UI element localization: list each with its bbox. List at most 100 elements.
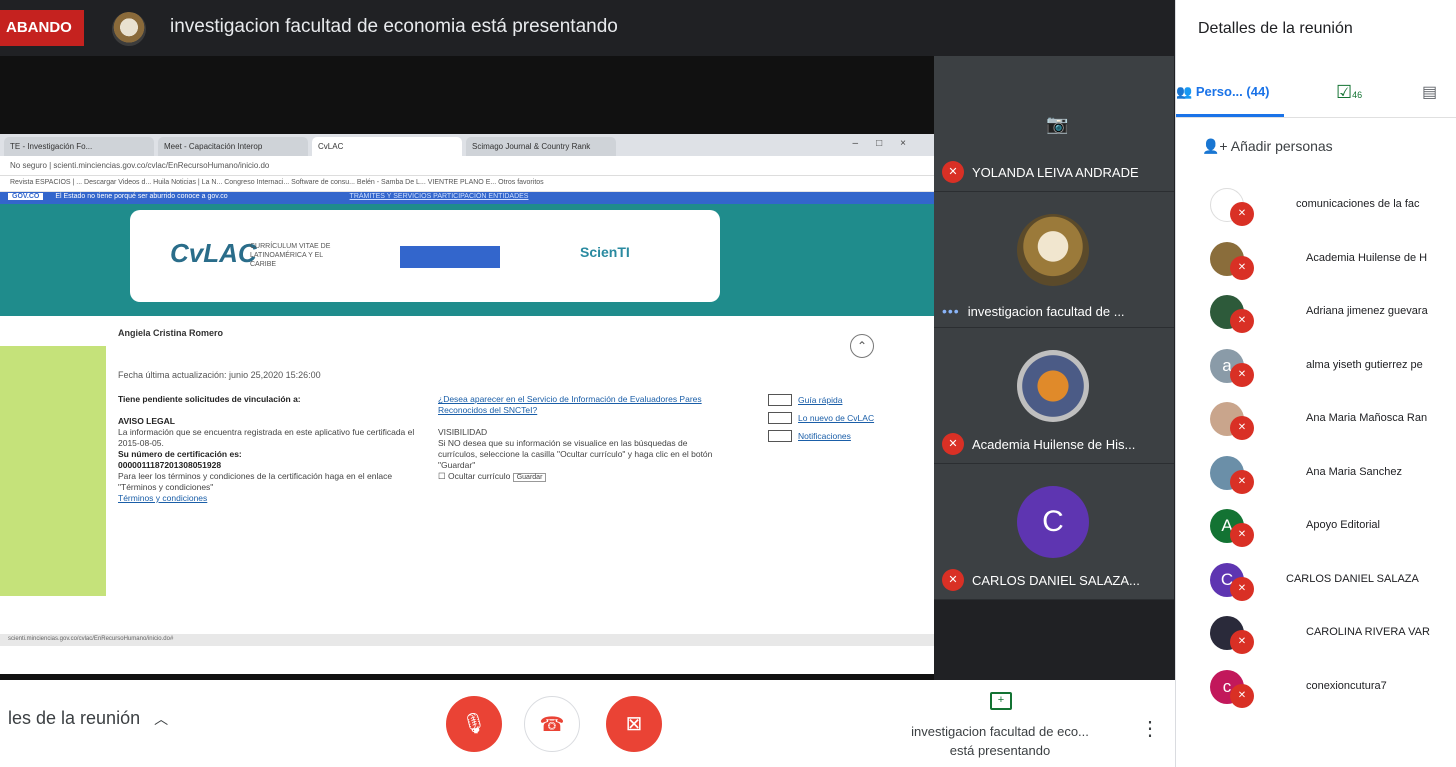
meeting-details-panel: Detalles de la reunión 👥 Perso... (44) ☑…: [1175, 0, 1456, 767]
participant-row[interactable]: C ✕ CARLOS DANIEL SALAZA: [1176, 555, 1456, 609]
mic-off-icon: ✕: [1230, 255, 1254, 280]
shared-browser-window: TE - Investigación Fo... Meet - Capacita…: [0, 134, 934, 674]
mic-off-icon: ✕: [1230, 202, 1254, 226]
cvlac-header: CvLAC CURRÍCULUM VITAE DE LATINOAMÉRICA …: [0, 204, 934, 316]
participant-row[interactable]: ✕ CAROLINA RIVERA VAR: [1176, 608, 1456, 662]
visibility-column: ¿Desea aparecer en el Servicio de Inform…: [438, 394, 728, 483]
hang-up-icon: ☎: [539, 714, 565, 736]
participant-list: ✕ comunicaciones de la fac ✕ Academia Hu…: [1176, 180, 1456, 767]
minciencias-logo: [400, 246, 500, 268]
more-options-icon[interactable]: ⋮: [1140, 716, 1160, 741]
browser-tab: Meet - Capacitación Interop: [158, 137, 308, 156]
presenting-status: investigacion facultad de eco... está pr…: [880, 722, 1120, 760]
panel-title: Detalles de la reunión: [1198, 20, 1353, 37]
bookmarks-bar: Revista ESPACIOS | ... Descargar Videos …: [0, 176, 934, 192]
gov-note: El Estado no tiene porqué ser aburrido c…: [55, 193, 228, 200]
panel-tabs: 👥 Perso... (44) ☑46 ▤: [1176, 74, 1456, 118]
checkbox-icon: ☑: [1336, 82, 1353, 102]
browser-tab-active: CvLAC: [312, 137, 462, 156]
participant-row[interactable]: A ✕ Apoyo Editorial: [1176, 501, 1456, 555]
participant-row[interactable]: c ✕ conexioncutura7: [1176, 662, 1456, 716]
participant-tile[interactable]: 📷 ✕ YOLANDA LEIVA ANDRADE: [934, 56, 1174, 192]
browser-tab: Scimago Journal & Country Rank: [466, 137, 616, 156]
participant-name: CARLOS DANIEL SALAZA: [1286, 572, 1419, 585]
mic-off-icon: 🎙: [461, 713, 487, 735]
tab-tasks[interactable]: ☑46: [1336, 82, 1362, 103]
terms-link: Términos y condiciones: [118, 493, 208, 503]
participant-name: conexioncutura7: [1306, 679, 1387, 692]
tab-people[interactable]: 👥 Perso... (44): [1176, 84, 1283, 117]
participant-name: Apoyo Editorial: [1306, 519, 1380, 531]
nav-item: [0, 346, 106, 364]
participant-row[interactable]: ✕ comunicaciones de la fac: [1176, 180, 1456, 234]
presenting-line2: está presentando: [949, 743, 1051, 758]
presenting-line1: investigacion facultad de eco...: [911, 724, 1089, 739]
browser-tab: TE - Investigación Fo...: [4, 137, 154, 156]
cvlac-left-nav: [0, 346, 106, 596]
mic-off-icon: ✕: [1230, 523, 1254, 547]
legal-title: AVISO LEGAL: [118, 416, 175, 426]
participant-row[interactable]: ✕ Ana Maria Mañosca Ran: [1176, 394, 1456, 448]
camera-toggle-button[interactable]: ⊠: [606, 696, 662, 752]
notifications-link: Notificaciones: [798, 430, 851, 441]
participant-name: Academia Huilense de H: [1306, 251, 1428, 264]
mic-off-icon: ✕: [1230, 683, 1254, 708]
participant-tile[interactable]: ✕ Academia Huilense de His...: [934, 328, 1174, 464]
mic-off-icon: ✕: [942, 433, 964, 455]
visibility-title: VISIBILIDAD: [438, 427, 488, 437]
tile-name: YOLANDA LEIVA ANDRADE: [972, 164, 1139, 180]
cvlac-subtitle: CURRÍCULUM VITAE DE LATINOAMÉRICA Y EL C…: [250, 243, 331, 268]
mic-toggle-button[interactable]: 🎙: [446, 696, 502, 752]
presenter-bar: ABANDO investigacion facultad de economi…: [0, 0, 1175, 56]
mic-off-icon: ✕: [1230, 576, 1254, 601]
address-bar: No seguro | scienti.minciencias.gov.co/c…: [0, 156, 934, 176]
mic-off-icon: ✕: [1230, 630, 1254, 654]
participant-row[interactable]: ✕ Adriana jimenez guevara: [1176, 287, 1456, 341]
gov-logo: GOV.CO: [8, 193, 44, 200]
participant-tile[interactable]: ••• investigacion facultad de ...: [934, 192, 1174, 328]
legal-column: Tiene pendiente solicitudes de vinculaci…: [118, 394, 418, 504]
tab-chat[interactable]: ▤: [1422, 82, 1437, 102]
mic-off-icon: ✕: [1230, 416, 1254, 440]
cvlac-content: Angiela Cristina Romero ⌃ Fecha última a…: [0, 316, 934, 646]
cert-number: 0000011187201308051928: [118, 460, 222, 470]
camera-off-icon: ⊠: [625, 713, 643, 735]
cvlac-logo: CvLAC: [170, 238, 257, 268]
quick-links: Guía rápida Lo nuevo de CvLAC Notificaci…: [768, 394, 888, 448]
owl-avatar: [1017, 214, 1089, 286]
presenter-avatar: [112, 12, 146, 46]
present-screen-icon[interactable]: +: [990, 692, 1012, 710]
tile-name: investigacion facultad de ...: [967, 303, 1125, 319]
hide-curriculum: ☐ Ocultar currículo Guardar: [438, 471, 728, 483]
participant-row[interactable]: ✕ Academia Huilense de H: [1176, 234, 1456, 288]
gov-bar: GOV.CO El Estado no tiene porqué ser abu…: [0, 192, 934, 204]
group-avatar: [1017, 350, 1089, 422]
recording-badge: ABANDO: [0, 10, 84, 46]
mic-off-icon: ✕: [942, 161, 964, 183]
meeting-details-button[interactable]: les de la reunión ︿: [8, 708, 168, 729]
participant-row[interactable]: ✕ Ana Maria Sanchez: [1176, 448, 1456, 502]
participant-name: CAROLINA RIVERA VAR: [1306, 626, 1430, 638]
participant-row[interactable]: a ✕ alma yiseth gutierrez pe: [1176, 341, 1456, 395]
participant-name: Adriana jimenez guevara: [1306, 305, 1428, 317]
pending-text: Tiene pendiente solicitudes de vinculaci…: [118, 394, 301, 404]
participant-tile[interactable]: C ✕ CARLOS DANIEL SALAZA...: [934, 464, 1174, 600]
meeting-details-label: les de la reunión: [8, 708, 141, 728]
logo-card: CvLAC CURRÍCULUM VITAE DE LATINOAMÉRICA …: [130, 210, 720, 302]
participant-name: Ana Maria Mañosca Ran: [1306, 412, 1428, 424]
terms-text: Para leer los términos y condiciones de …: [118, 471, 393, 492]
mic-off-icon: ✕: [942, 569, 964, 591]
participant-name: Ana Maria Sanchez: [1306, 465, 1402, 478]
last-update: Fecha última actualización: junio 25,202…: [118, 370, 321, 380]
window-controls: –□×: [852, 138, 924, 149]
save-btn: Guardar: [512, 473, 547, 482]
visibility-text: Si NO desea que su información se visual…: [438, 438, 713, 470]
participant-name: comunicaciones de la fac: [1296, 198, 1420, 210]
add-people-button[interactable]: 👤+ Añadir personas: [1202, 138, 1333, 155]
browser-tabbar: TE - Investigación Fo... Meet - Capacita…: [0, 134, 934, 156]
person-name: Angiela Cristina Romero: [118, 328, 224, 338]
tile-name: CARLOS DANIEL SALAZA...: [972, 572, 1140, 588]
status-url: scienti.minciencias.gov.co/cvlac/EnRecur…: [0, 634, 934, 646]
legal-text: La información que se encuentra registra…: [118, 427, 415, 448]
hang-up-button[interactable]: ☎: [524, 696, 580, 752]
